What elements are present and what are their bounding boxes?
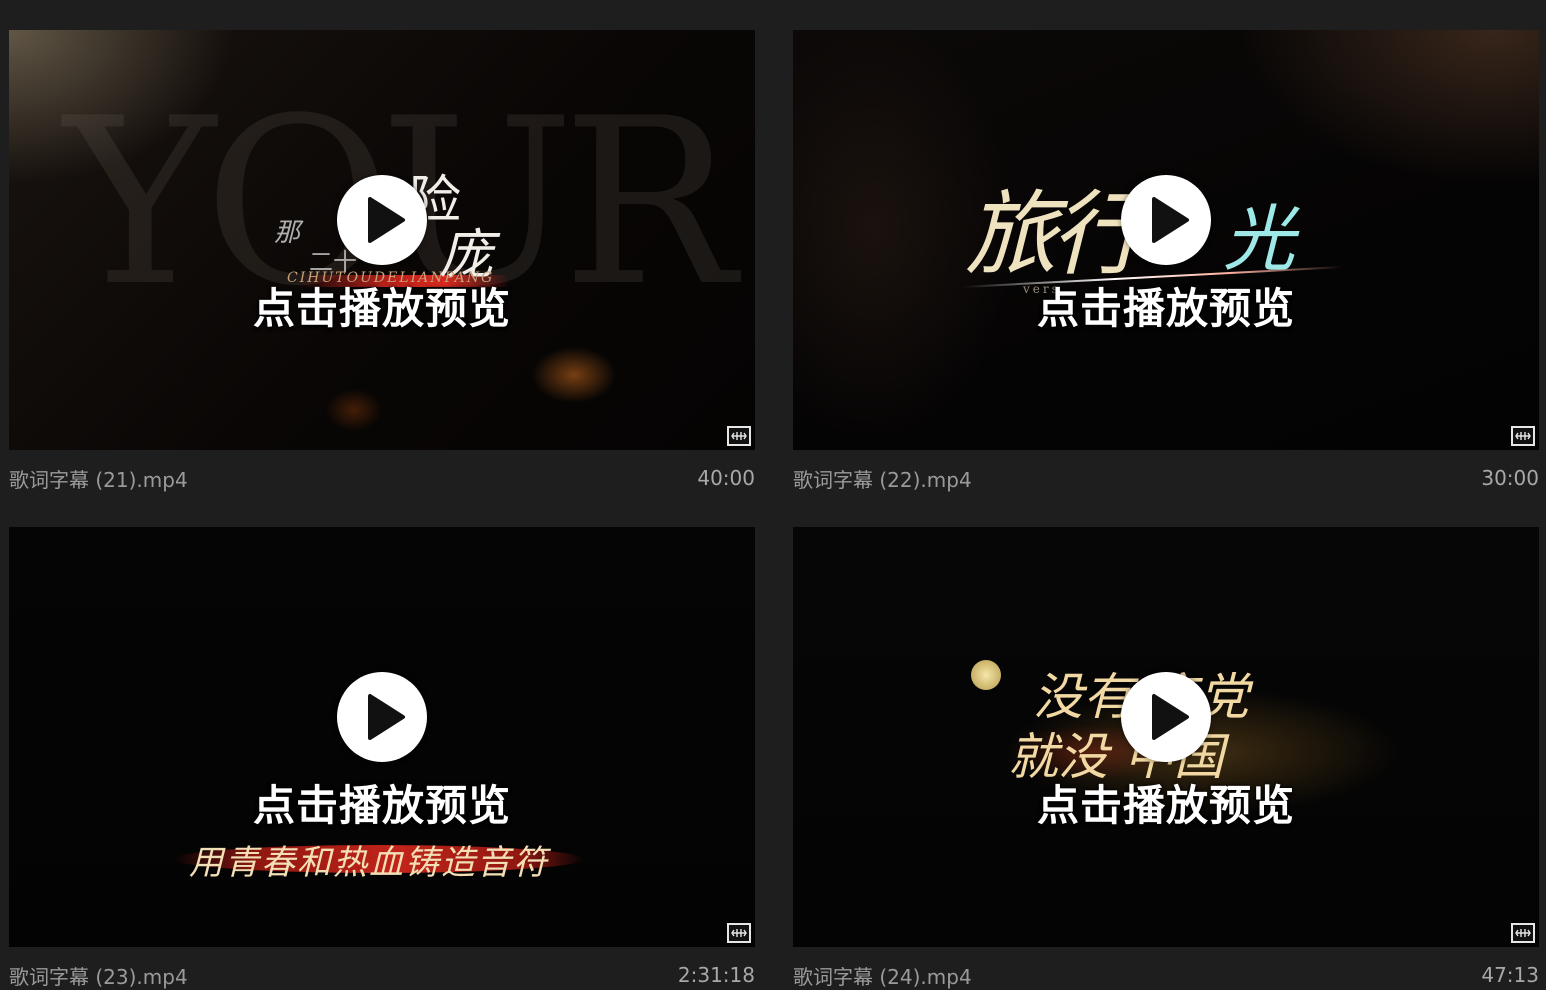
video-duration: 30:00: [1481, 466, 1539, 490]
video-card-24[interactable]: 没有 产党 就没 中国 点击播放预览 歌词字幕 (24).mp4 47:13: [793, 527, 1539, 990]
preview-label: 点击播放预览: [252, 284, 511, 333]
video-grid: YOUR 那 险 庞 二十 CIHUTOUDELIANPANG 点击播放预览 歌…: [0, 0, 1546, 990]
thumbnail-lyric-text: 那: [274, 218, 301, 248]
video-duration: 47:13: [1481, 963, 1539, 987]
video-filename[interactable]: 歌词字幕 (23).mp4: [9, 961, 188, 990]
thumbnail-moon-decoration: [971, 660, 1001, 690]
video-meta: 歌词字幕 (22).mp4 30:00: [793, 450, 1539, 506]
video-thumbnail[interactable]: YOUR 那 险 庞 二十 CIHUTOUDELIANPANG 点击播放预览: [9, 30, 755, 450]
play-circle-icon[interactable]: [337, 672, 427, 762]
preview-label: 点击播放预览: [1036, 284, 1295, 333]
video-thumbnail[interactable]: 用青春和热血铸造音符 点击播放预览: [9, 527, 755, 947]
video-filename[interactable]: 歌词字幕 (22).mp4: [793, 464, 972, 493]
video-filename[interactable]: 歌词字幕 (24).mp4: [793, 961, 972, 990]
thumbnail-lyric-text: 旅行: [965, 181, 1143, 288]
video-card-21[interactable]: YOUR 那 险 庞 二十 CIHUTOUDELIANPANG 点击播放预览 歌…: [9, 30, 755, 506]
video-thumbnail[interactable]: 没有 产党 就没 中国 点击播放预览: [793, 527, 1539, 947]
video-meta: 歌词字幕 (21).mp4 40:00: [9, 450, 755, 506]
thumbnail-lyric-text: 光: [1223, 197, 1296, 281]
video-meta: 歌词字幕 (24).mp4 47:13: [793, 947, 1539, 990]
play-circle-icon[interactable]: [337, 175, 427, 265]
preview-label: 点击播放预览: [1036, 781, 1295, 830]
media-player-icon: [1511, 426, 1535, 446]
play-circle-icon[interactable]: [1121, 672, 1211, 762]
thumbnail-lyric-text: 用青春和热血铸造音符: [189, 843, 549, 883]
video-duration: 40:00: [697, 466, 755, 490]
video-meta: 歌词字幕 (23).mp4 2:31:18: [9, 947, 755, 990]
media-player-icon: [1511, 923, 1535, 943]
video-filename[interactable]: 歌词字幕 (21).mp4: [9, 464, 188, 493]
video-duration: 2:31:18: [677, 963, 755, 987]
preview-label: 点击播放预览: [252, 781, 511, 830]
play-circle-icon[interactable]: [1121, 175, 1211, 265]
media-player-icon: [727, 923, 751, 943]
video-thumbnail[interactable]: 旅行 光 vers 点击播放预览: [793, 30, 1539, 450]
media-player-icon: [727, 426, 751, 446]
video-card-22[interactable]: 旅行 光 vers 点击播放预览 歌词字幕 (22).mp4 30:00: [793, 30, 1539, 506]
video-card-23[interactable]: 用青春和热血铸造音符 点击播放预览 歌词字幕 (23).mp4 2:31:18: [9, 527, 755, 990]
